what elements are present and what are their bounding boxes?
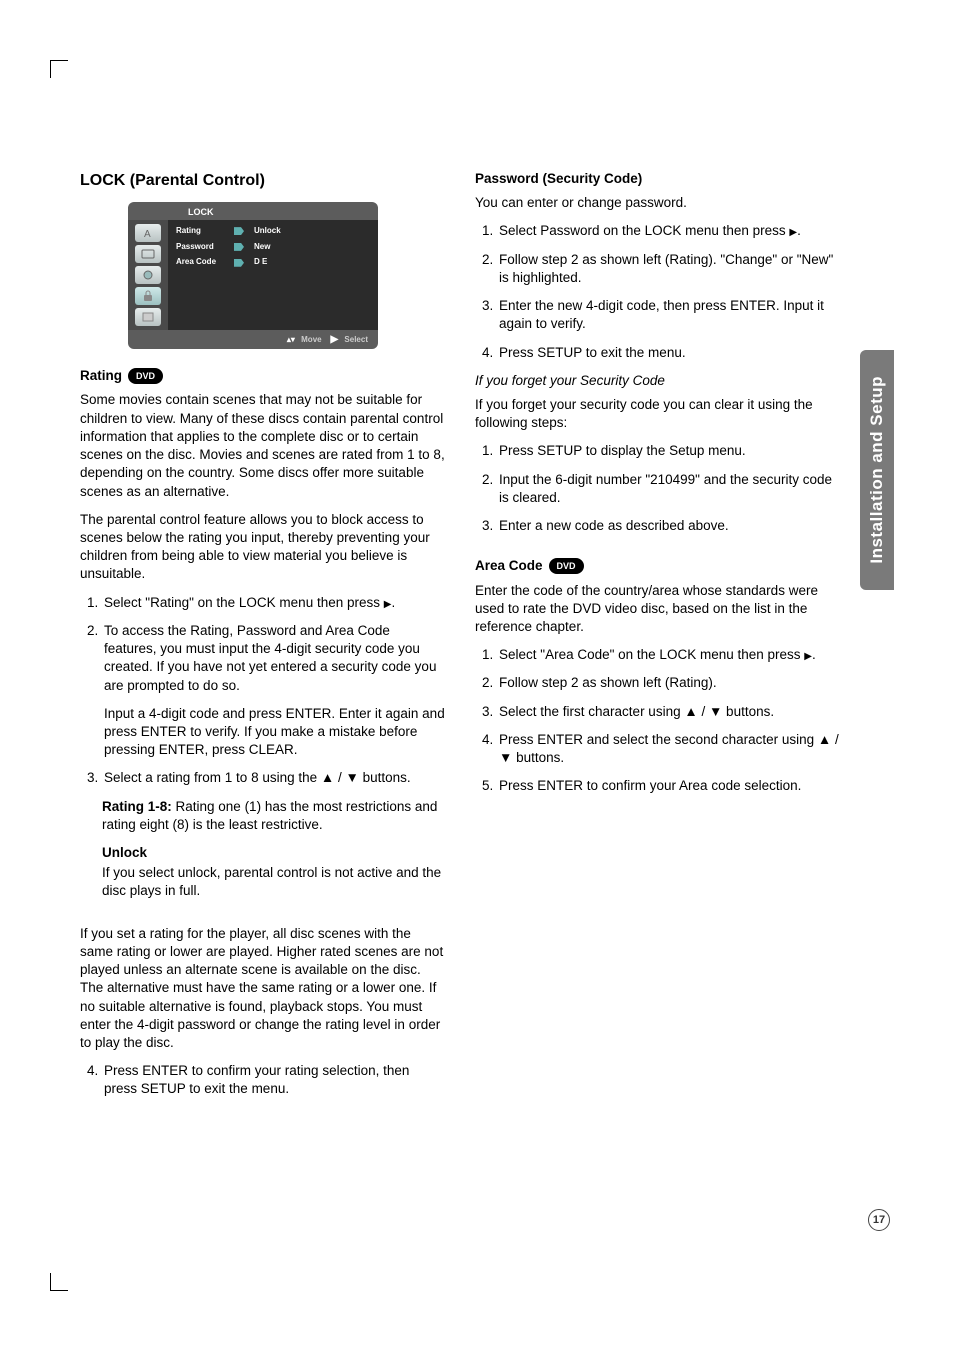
crop-mark <box>50 60 68 78</box>
chevron-right-icon <box>234 227 244 235</box>
list-item: Press ENTER to confirm your Area code se… <box>497 777 840 795</box>
paragraph: Some movies contain scenes that may not … <box>80 391 445 500</box>
unlock-text: If you select unlock, parental control i… <box>102 864 445 900</box>
list-item: Select "Rating" on the LOCK menu then pr… <box>102 594 445 612</box>
list-item: Select "Area Code" on the LOCK menu then… <box>497 646 840 664</box>
osd-title: LOCK <box>128 202 378 220</box>
left-column: LOCK (Parental Control) LOCK A <box>80 170 445 1109</box>
page-number: 17 <box>868 1209 890 1231</box>
dvd-badge: DVD <box>128 368 163 384</box>
list-item: Follow step 2 as shown left (Rating). <box>497 674 840 692</box>
osd-footer: ▴▾ Move Select <box>128 330 378 350</box>
updown-icon: ▴▾ <box>287 335 295 344</box>
password-heading: Password (Security Code) <box>475 170 840 188</box>
page-content: LOCK (Parental Control) LOCK A <box>80 170 840 1109</box>
areacode-steps: Select "Area Code" on the LOCK menu then… <box>475 646 840 795</box>
dvd-badge: DVD <box>549 558 584 574</box>
play-icon <box>384 595 392 610</box>
list-item: Follow step 2 as shown left (Rating). "C… <box>497 251 840 287</box>
paragraph: If you set a rating for the player, all … <box>80 925 445 1053</box>
paragraph: Enter the code of the country/area whose… <box>475 582 840 637</box>
osd-icon-strip: A <box>128 220 168 330</box>
areacode-heading: Area Code DVD <box>475 557 584 575</box>
language-icon: A <box>135 224 161 242</box>
list-item: Press SETUP to display the Setup menu. <box>497 442 840 460</box>
lock-icon <box>135 287 161 305</box>
play-icon <box>330 335 338 344</box>
osd-row-areacode: Area Code D E <box>176 257 370 268</box>
right-column: Password (Security Code) You can enter o… <box>475 170 840 1109</box>
chevron-right-icon <box>234 243 244 251</box>
osd-screenshot: LOCK A <box>128 202 378 350</box>
list-item: Enter a new code as described above. <box>497 517 840 535</box>
audio-icon <box>135 266 161 284</box>
paragraph: You can enter or change password. <box>475 194 840 212</box>
rating-heading: Rating DVD <box>80 367 163 385</box>
forget-heading: If you forget your Security Code <box>475 372 840 390</box>
list-item: Press ENTER to confirm your rating selec… <box>102 1062 445 1098</box>
list-item: Select a rating from 1 to 8 using the ▲ … <box>102 769 445 787</box>
section-tab: Installation and Setup <box>860 350 894 590</box>
rating-18-note: Rating 1-8: Rating one (1) has the most … <box>102 798 445 834</box>
forget-steps: Press SETUP to display the Setup menu. I… <box>475 442 840 535</box>
password-steps: Select Password on the LOCK menu then pr… <box>475 222 840 361</box>
list-item: Press ENTER and select the second charac… <box>497 731 840 767</box>
paragraph: The parental control feature allows you … <box>80 511 445 584</box>
crop-mark <box>50 1273 68 1291</box>
heading-lock: LOCK (Parental Control) <box>80 170 445 192</box>
rating-steps: Select "Rating" on the LOCK menu then pr… <box>80 594 445 788</box>
list-item: Enter the new 4-digit code, then press E… <box>497 297 840 333</box>
osd-row-rating: Rating Unlock <box>176 226 370 237</box>
osd-rows: Rating Unlock Password New Area Code D E <box>168 220 378 330</box>
svg-text:A: A <box>144 229 151 239</box>
list-item: Press SETUP to exit the menu. <box>497 344 840 362</box>
play-icon <box>804 647 812 662</box>
display-icon <box>135 245 161 263</box>
play-icon <box>789 223 797 238</box>
list-item: To access the Rating, Password and Area … <box>102 622 445 760</box>
paragraph: Input a 4-digit code and press ENTER. En… <box>104 705 445 760</box>
rating-steps-cont: Press ENTER to confirm your rating selec… <box>80 1062 445 1098</box>
osd-row-password: Password New <box>176 242 370 253</box>
list-item: Input the 6-digit number "210499" and th… <box>497 471 840 507</box>
unlock-heading: Unlock <box>102 844 445 862</box>
other-icon <box>135 308 161 326</box>
list-item: Select the first character using ▲ / ▼ b… <box>497 703 840 721</box>
list-item: Select Password on the LOCK menu then pr… <box>497 222 840 240</box>
osd-body: A Rating <box>128 220 378 330</box>
paragraph: If you forget your security code you can… <box>475 396 840 432</box>
chevron-right-icon <box>234 259 244 267</box>
section-tab-label: Installation and Setup <box>867 376 887 564</box>
